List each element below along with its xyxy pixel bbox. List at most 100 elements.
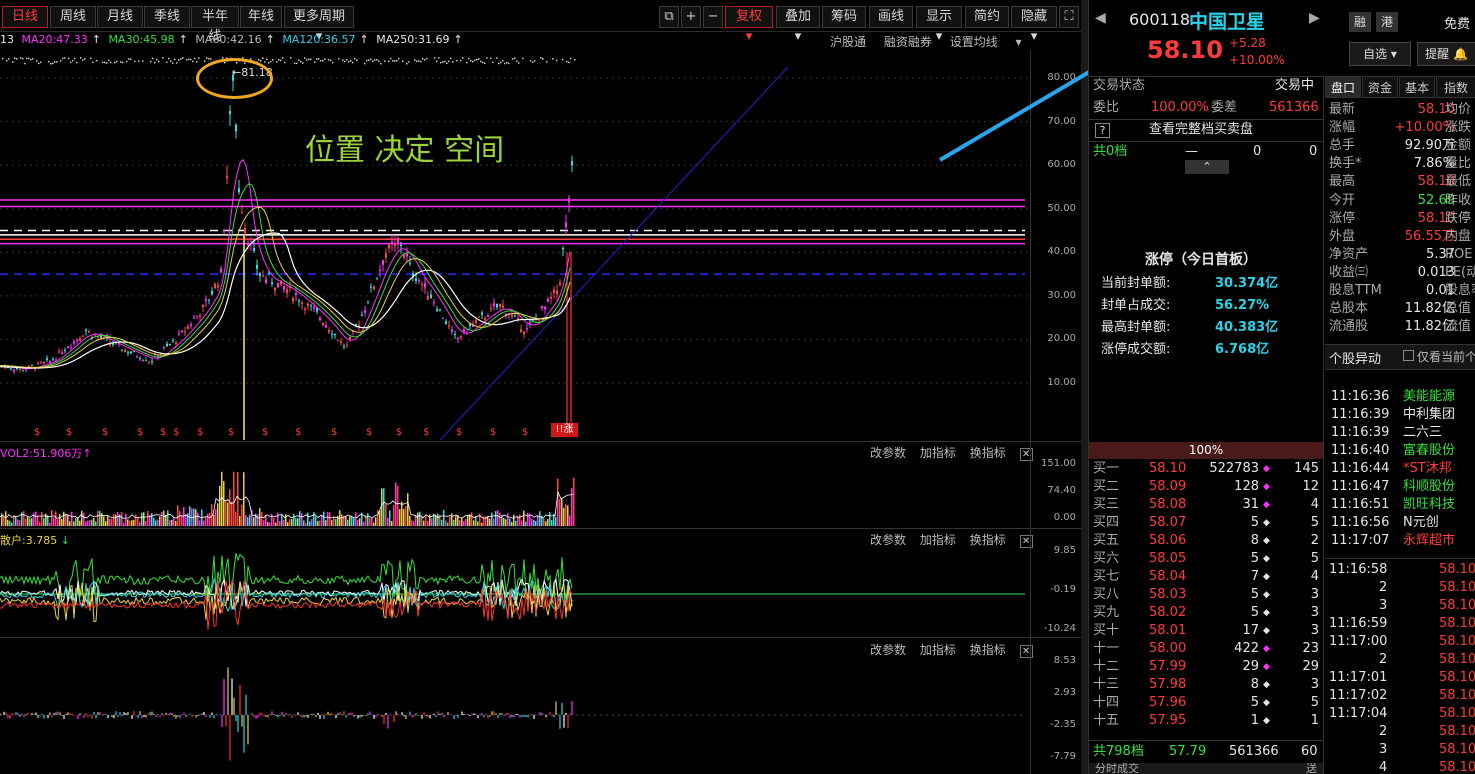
movement-stock[interactable]: N元创 [1403,514,1475,532]
movement-stock[interactable]: 富春股份 [1403,442,1475,460]
link-margin[interactable]: 融资融券 [884,35,932,49]
book-price[interactable]: 58.02 [1149,604,1186,622]
noise-dot [438,57,440,59]
noise-dot [460,59,462,62]
book-volume: 5 [1250,695,1259,710]
overlay-dropdown[interactable]: 叠加▾ [776,6,820,44]
indicator1-chart[interactable] [0,545,1030,635]
book-marker: ◆ [1263,622,1270,640]
volume-bar [25,518,27,526]
book-level: 十四 [1093,695,1120,710]
only-current-checkbox[interactable] [1403,350,1414,361]
candle-body [499,303,501,307]
period-yearly[interactable]: 年线 [240,6,282,28]
sell-levels-dash: — [1185,144,1198,159]
book-price[interactable]: 58.00 [1149,640,1186,658]
display-dropdown[interactable]: 显示 ▾ [916,6,962,44]
book-price[interactable]: 58.08 [1149,496,1186,514]
indicator2-chart[interactable] [0,655,1030,767]
hk-tag[interactable]: 港 [1376,12,1398,32]
noise-dot [304,57,306,59]
fuquan-dropdown[interactable]: 复权 ▾ [725,6,773,44]
volume-chart[interactable] [0,460,1030,528]
self-select-button[interactable]: 自选 ▾ [1349,42,1411,66]
movement-stock[interactable]: 美能能源 [1403,388,1475,406]
candle-body [319,317,321,321]
hide-dropdown[interactable]: 隐藏▾ [1011,6,1057,44]
fenshi-more: 送 [1306,763,1317,774]
help-icon[interactable]: ? [1095,123,1110,138]
book-price[interactable]: 57.95 [1149,712,1186,730]
chips-button[interactable]: 筹码 [822,6,866,28]
book-price[interactable]: 58.04 [1149,568,1186,586]
zoom-in-icon[interactable]: + [681,6,701,28]
remind-button[interactable]: 提醒 🔔 [1417,42,1475,66]
candle-body [292,298,294,302]
period-halfyear[interactable]: 半年线 [191,6,239,44]
limit-row-value: 56.27% [1215,298,1270,313]
draw-line-button[interactable]: 画线 [869,6,913,28]
movement-stock[interactable]: 科顺股份 [1403,478,1475,496]
vol-label: VOL2:51.906万↑ [0,445,92,461]
book-price[interactable]: 57.96 [1149,694,1186,712]
book-price[interactable]: 58.01 [1149,622,1186,640]
next-stock-icon[interactable]: ▶ [1309,10,1320,26]
movement-stock[interactable]: 中利集团 [1403,406,1475,424]
tab-basic[interactable]: 基本 [1399,76,1435,98]
book-ratio-bar: 100% [1089,442,1323,459]
volume-bar [129,520,131,526]
volume-bar [375,517,377,526]
volume-bar [427,521,429,526]
book-price[interactable]: 58.07 [1149,514,1186,532]
movement-stock[interactable]: 凯旺科技 [1403,496,1475,514]
book-price[interactable]: 58.05 [1149,550,1186,568]
full-book-link[interactable]: 查看完整档买卖盘 [1149,121,1253,139]
more-periods-dropdown[interactable]: 更多周期 ▾ [284,6,354,44]
period-quarterly[interactable]: 季线 [144,6,190,28]
free-link[interactable]: 免费 [1444,13,1475,32]
weibi-label: 委比 [1093,100,1120,115]
tab-funds[interactable]: 资金 [1362,76,1398,98]
prev-stock-icon[interactable]: ◀ [1095,10,1106,26]
stat-key: 总手 [1329,138,1356,154]
movement-stock[interactable]: 二六三 [1403,424,1475,442]
period-weekly[interactable]: 周线 [50,6,96,28]
candle-body [313,306,315,309]
simple-button[interactable]: 简约 [965,6,1009,28]
switch-indicator-button[interactable]: 换指标 [970,446,1006,460]
book-price[interactable]: 57.99 [1149,658,1186,676]
y-tick-label: 151.00 [1041,458,1076,469]
candle-body [544,306,546,310]
candle-body [526,328,528,330]
kline-chart[interactable]: $ $ $ $ $ $ $ $ $ $ $ $ $ $ $ $ $ [0,50,1030,440]
margin-tag[interactable]: 融 [1349,12,1371,32]
zoom-out-icon[interactable]: − [703,6,723,28]
tick-price: 58.10 [1439,688,1475,703]
divider [1325,558,1475,559]
book-level: 买七 [1093,569,1120,584]
book-price[interactable]: 58.09 [1149,478,1186,496]
add-indicator-button[interactable]: 加指标 [920,446,956,460]
movement-stock[interactable]: *ST沐邦 [1403,460,1475,478]
book-price[interactable]: 58.03 [1149,586,1186,604]
collapse-icon[interactable]: ⌃ [1185,160,1229,174]
edit-params-button[interactable]: 改参数 [870,446,906,460]
noise-dot [392,60,394,62]
book-price[interactable]: 58.10 [1149,460,1186,478]
tab-index[interactable]: 指数 [1436,76,1475,98]
tick-price: 58.10 [1439,580,1475,595]
window-icon[interactable]: ⧉ [659,6,679,28]
volume-bar [539,511,541,526]
book-price[interactable]: 57.98 [1149,676,1186,694]
tab-pankou[interactable]: 盘口 [1325,76,1361,98]
movement-stock[interactable]: 永辉超市 [1403,532,1475,550]
fenshi-header[interactable]: 分时成交 送 [1089,763,1323,774]
link-hugutong[interactable]: 沪股通 [830,35,866,49]
candle-body [40,362,42,364]
stat-key2: 最低 [1445,174,1472,190]
period-monthly[interactable]: 月线 [97,6,143,28]
book-price[interactable]: 58.06 [1149,532,1186,550]
stat-key2: 金额 [1445,138,1472,154]
fullscreen-icon[interactable]: ⛶ [1059,6,1079,28]
period-daily[interactable]: 日线 [2,6,48,28]
